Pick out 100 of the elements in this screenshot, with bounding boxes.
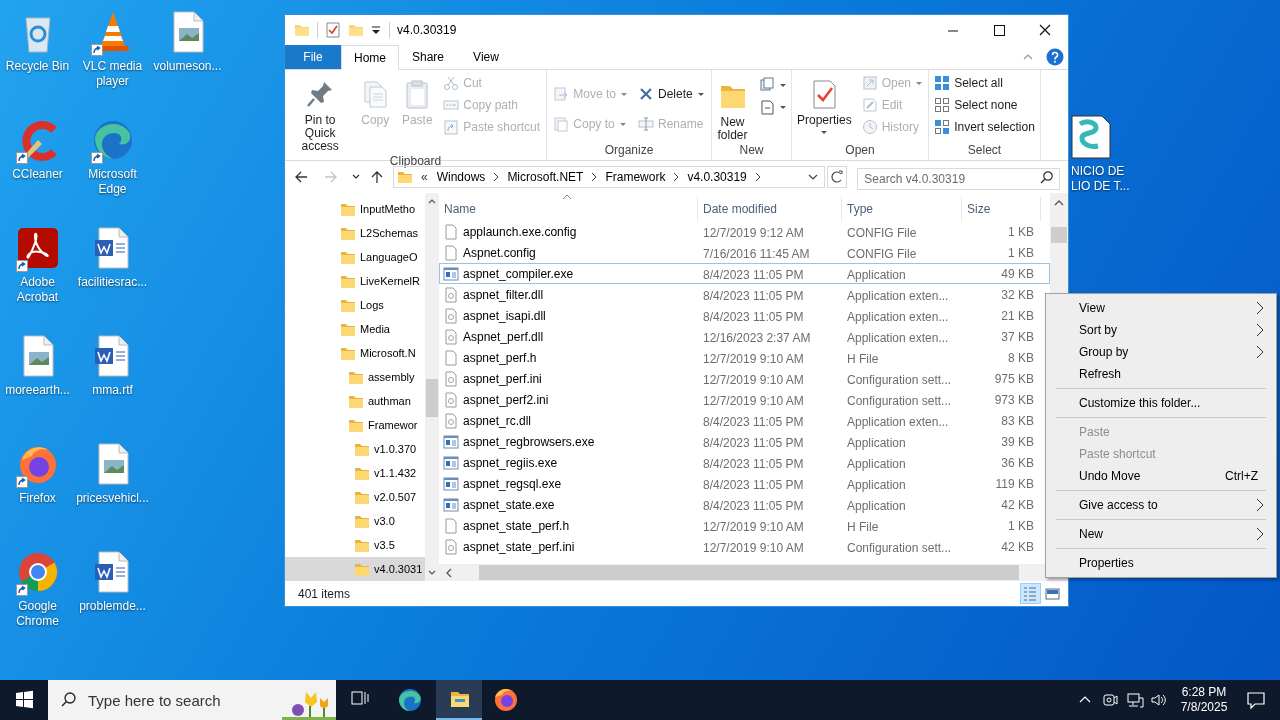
scrollbar[interactable] [425, 193, 439, 581]
folder-icon [354, 465, 370, 481]
file-name: aspnet_perf.h [463, 349, 537, 367]
date-modified: 12/7/2019 9:10 AM [703, 393, 804, 408]
folder-icon[interactable] [436, 680, 482, 720]
clock[interactable]: 6:28 PM 7/8/2025 [1176, 685, 1232, 715]
edit-icon [861, 97, 878, 113]
file-row[interactable]: applaunch.exe.config 12/7/2019 9:12 AM CONFIG File 1 KB [439, 221, 1050, 242]
ribbon-tab[interactable]: Share [399, 45, 457, 69]
file-name: aspnet_state_perf.ini [463, 538, 575, 556]
tree-item[interactable]: v3.5 [285, 533, 425, 557]
refresh-icon[interactable] [827, 166, 848, 188]
tree-item[interactable]: v2.0.507 [285, 485, 425, 509]
invert-selection-icon [934, 119, 951, 135]
settings-file-icon [443, 412, 459, 429]
date-modified: 12/7/2019 9:10 AM [703, 351, 804, 366]
search-icon [60, 691, 78, 709]
column-header[interactable]: Date modified [698, 197, 842, 221]
invert-selection-button[interactable]: Invert selection [932, 116, 1037, 138]
search-icon [1040, 170, 1054, 184]
application-icon [443, 265, 459, 282]
select-all-button[interactable]: Select all [932, 72, 1037, 94]
tree-item[interactable]: InputMetho [285, 197, 425, 221]
new-folder-button[interactable]: New folder [714, 74, 751, 142]
date-modified: 8/4/2023 11:05 PM [703, 309, 804, 324]
date-modified: 8/4/2023 11:05 PM [703, 414, 804, 429]
column-header[interactable]: Name [439, 197, 698, 221]
file-icon [443, 349, 459, 366]
date-modified: 8/4/2023 11:05 PM [703, 456, 804, 471]
tree-item[interactable]: Framewor [285, 413, 425, 437]
tree-item[interactable]: Media [285, 317, 425, 341]
file-type: Application exten... [847, 414, 949, 429]
delete-button[interactable]: Delete [636, 79, 707, 109]
application-icon [443, 433, 459, 450]
tree-item[interactable]: LiveKernelR [285, 269, 425, 293]
folder-icon [340, 201, 356, 217]
properties-icon[interactable] [325, 22, 341, 38]
file-row[interactable]: aspnet_compiler.exe 8/4/2023 11:05 PM Application 49 KB [439, 263, 1050, 284]
file-size: 1 KB [1008, 223, 1034, 241]
file-row[interactable]: Aspnet.config 7/16/2016 11:45 AM CONFIG File 1 KB [439, 242, 1050, 263]
file-type: Application [847, 456, 906, 471]
folder-icon [348, 417, 364, 433]
desktop-shortcut[interactable]: problemde... [76, 548, 149, 614]
date-modified: 12/7/2019 9:12 AM [703, 225, 804, 240]
tree-item[interactable]: v1.0.370 [285, 437, 425, 461]
breadcrumb[interactable]: Framework [602, 168, 669, 186]
folder-icon [340, 321, 356, 337]
help-icon[interactable] [1046, 48, 1064, 66]
file-name: aspnet_isapi.dll [463, 307, 546, 325]
properties-button[interactable]: Properties [794, 72, 854, 135]
tree-item[interactable]: Logs [285, 293, 425, 317]
file-size: 83 KB [1001, 412, 1034, 430]
breadcrumb[interactable]: v4.0.30319 [684, 168, 750, 186]
taskbar-search-box[interactable]: Type here to search [48, 680, 336, 720]
breadcrumb[interactable]: Windows [433, 168, 489, 186]
breadcrumb[interactable]: Microsoft.NET [504, 168, 587, 186]
volume-icon[interactable] [1150, 692, 1168, 708]
address-bar[interactable]: « Windows Microsoft.NET Framework v4.0.30319 [393, 166, 826, 188]
scrollbar-thumb[interactable] [426, 379, 438, 417]
ribbon-group-label: Select [966, 142, 1003, 159]
search-field[interactable]: Search v4.0.30319 [857, 168, 1060, 190]
folder-icon [397, 169, 413, 185]
tree-item[interactable]: L2Schemas [285, 221, 425, 245]
column-header[interactable]: Type [842, 197, 962, 221]
scrollbar-thumb[interactable] [1051, 227, 1067, 243]
date-modified: 8/4/2023 11:05 PM [703, 435, 804, 450]
file-size: 32 KB [1001, 286, 1034, 304]
folder-icon [354, 537, 370, 553]
rename-icon [638, 116, 654, 132]
tree-item[interactable]: LanguageO [285, 245, 425, 269]
date-modified: 8/4/2023 11:05 PM [703, 288, 804, 303]
folder-icon [354, 513, 370, 529]
desktop-shortcut-label[interactable]: NICIO DE LIO DE T... [1071, 164, 1130, 194]
tree-item[interactable]: authman [285, 389, 425, 413]
tree-item[interactable]: v3.0 [285, 509, 425, 533]
camera-icon[interactable] [1102, 692, 1118, 708]
notifications-icon[interactable] [1246, 690, 1266, 710]
network-icon[interactable] [1126, 692, 1144, 708]
date-modified: 12/16/2023 2:37 AM [703, 330, 811, 345]
pin-button[interactable]: Pin to Quick access [289, 72, 352, 153]
ribbon-tab[interactable]: View [457, 45, 515, 69]
file-name: aspnet_perf.ini [463, 370, 542, 388]
script-file-icon[interactable] [1071, 114, 1111, 160]
scrollbar-thumb[interactable] [479, 565, 1019, 580]
select-none-button[interactable]: Select none [932, 94, 1037, 116]
tree-item[interactable]: v4.0.3031 [285, 557, 425, 581]
file-menu-tab[interactable]: File [285, 45, 341, 69]
file-size: 36 KB [1001, 454, 1034, 472]
tree-item[interactable]: Microsoft.N [285, 341, 425, 365]
overflow-chevrons[interactable]: « [421, 168, 428, 186]
folder-icon [340, 345, 356, 361]
tree-item[interactable]: v1.1.432 [285, 461, 425, 485]
file-type: CONFIG File [847, 246, 917, 261]
folder-icon [354, 441, 370, 457]
window-title: v4.0.30319 [397, 22, 457, 39]
tree-item[interactable]: assembly [285, 365, 425, 389]
ribbon-tab[interactable]: Home [341, 45, 399, 70]
column-header[interactable]: Size [962, 197, 1041, 221]
application-icon [443, 475, 459, 492]
file-name: aspnet_regbrowsers.exe [463, 433, 595, 451]
